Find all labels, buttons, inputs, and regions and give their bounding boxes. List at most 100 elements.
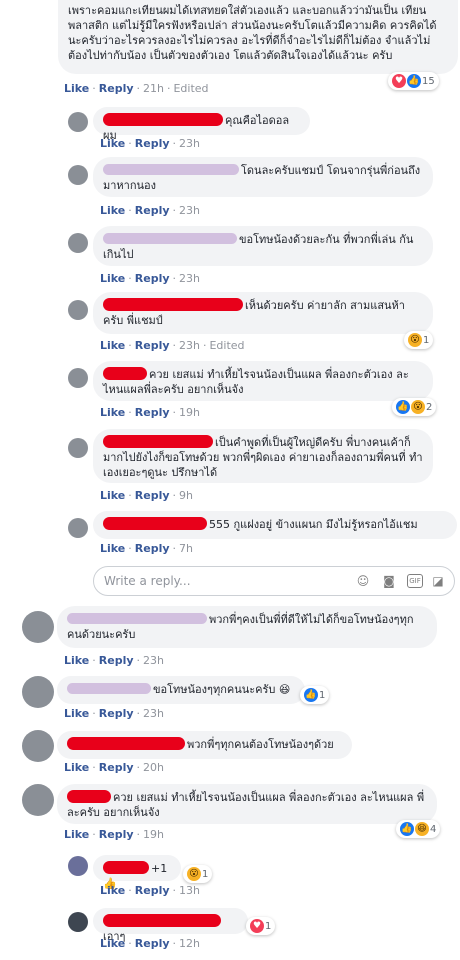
- redacted-name: [103, 914, 221, 927]
- comment-actions: Like · Reply · 12h: [100, 937, 200, 950]
- reply-link[interactable]: Reply: [135, 937, 170, 950]
- emoji-icon[interactable]: ☺: [356, 574, 370, 588]
- comment-text: ขอโทษน้องๆทุกคนนะครับ: [153, 683, 276, 696]
- like-link[interactable]: Like: [64, 761, 89, 774]
- reply-link[interactable]: Reply: [99, 828, 134, 841]
- love-icon: ♥: [392, 74, 406, 88]
- avatar[interactable]: [22, 611, 54, 643]
- comment-actions: Like · Reply · 23h: [64, 707, 164, 720]
- comment-bubble: โดนละครับแชมป์ โดนจากรุ่นพี่ก่อนถึง มาหา…: [93, 157, 433, 197]
- avatar[interactable]: [68, 233, 88, 253]
- redacted-name: [67, 790, 111, 803]
- avatar[interactable]: [68, 300, 88, 320]
- redacted-name: [103, 861, 149, 874]
- avatar[interactable]: [22, 676, 54, 708]
- like-link[interactable]: Like: [64, 828, 89, 841]
- comment-bubble: เห็นด้วยครับ ค่ายาลัก สามแสนห้าครับ พี่แ…: [93, 292, 433, 334]
- comment-bubble: คุณคือไอดอลผม: [93, 107, 310, 142]
- comment-text: 555 กูแฝงอยู่ ข้างแผนก มึงไม่รู้หรอกไอ้แ…: [209, 518, 418, 531]
- reply-link[interactable]: Reply: [135, 406, 170, 419]
- comment-actions: Like · Reply · 9h: [100, 489, 193, 502]
- comment-actions: Like · Reply · 13h: [100, 884, 200, 897]
- avatar[interactable]: [68, 165, 88, 185]
- reaction-count[interactable]: 👍 😆 4: [396, 820, 441, 838]
- blurred-name: [67, 683, 151, 694]
- reaction-count[interactable]: 👍 😮 2: [392, 398, 437, 416]
- reply-link[interactable]: Reply: [99, 761, 134, 774]
- like-link[interactable]: Like: [64, 654, 89, 667]
- redacted-name: [67, 737, 185, 750]
- like-link[interactable]: Like: [100, 542, 125, 555]
- comment-bubble: ขอโทษน้องด้วยละกัน ที่พวกพี่เล่น กันเกิน…: [93, 226, 433, 266]
- redacted-name: [103, 435, 213, 448]
- like-icon: 👍: [304, 688, 318, 702]
- reply-link[interactable]: Reply: [99, 707, 134, 720]
- like-link[interactable]: Like: [100, 406, 125, 419]
- avatar[interactable]: [22, 784, 54, 816]
- reply-link[interactable]: Reply: [135, 542, 170, 555]
- comment-actions: Like · Reply · 20h: [64, 761, 164, 774]
- gif-icon[interactable]: GIF: [407, 574, 423, 588]
- blurred-name: [103, 164, 239, 175]
- like-link[interactable]: Like: [64, 707, 89, 720]
- comment-bubble: เอาๆ: [93, 908, 248, 943]
- reply-link[interactable]: Reply: [135, 137, 170, 150]
- reaction-count[interactable]: ♥ 👍 15: [388, 72, 439, 90]
- like-link[interactable]: Like: [100, 884, 125, 897]
- blurred-name: [103, 233, 237, 244]
- reply-link[interactable]: Reply: [99, 82, 134, 95]
- reply-link[interactable]: Reply: [135, 204, 170, 217]
- like-link[interactable]: Like: [64, 82, 89, 95]
- laugh-emoji: 😆: [278, 683, 291, 696]
- like-link[interactable]: Like: [100, 272, 125, 285]
- haha-icon: 😆: [415, 822, 429, 836]
- reply-link[interactable]: Reply: [135, 884, 170, 897]
- comment-actions: Like · Reply · 23h: [100, 137, 200, 150]
- comment-actions: Like · Reply · 21h · Edited: [64, 82, 209, 95]
- camera-icon[interactable]: ◙: [382, 574, 396, 588]
- reaction-count[interactable]: ♥ 1: [246, 917, 276, 935]
- reaction-count[interactable]: 😮 1: [183, 865, 213, 883]
- like-link[interactable]: Like: [100, 137, 125, 150]
- wow-icon: 😮: [408, 333, 422, 347]
- comment-bubble: 555 กูแฝงอยู่ ข้างแผนก มึงไม่รู้หรอกไอ้แ…: [93, 511, 457, 539]
- reply-link[interactable]: Reply: [135, 339, 170, 352]
- reply-link[interactable]: Reply: [99, 654, 134, 667]
- like-link[interactable]: Like: [100, 489, 125, 502]
- blurred-name: [67, 613, 207, 624]
- avatar[interactable]: [68, 112, 88, 132]
- avatar[interactable]: [68, 518, 88, 538]
- comment-bubble: ควย เยสแม่ ทำเหี้ยไรจนน้องเป็นแผล พี่ลอง…: [57, 784, 437, 824]
- comment-bubble: ควย เยสแม่ ทำเหี้ยไรจนน้องเป็นแผล พี่ลอง…: [93, 361, 433, 401]
- reaction-count[interactable]: 😮 1: [404, 331, 434, 349]
- comment-text: ควย เยสแม่ ทำเหี้ยไรจนน้องเป็นแผล พี่ลอง…: [67, 791, 425, 819]
- avatar[interactable]: [22, 730, 54, 762]
- like-link[interactable]: Like: [100, 204, 125, 217]
- comment-text: เพราะคอมแกะเทียนผมได้เทสทยดใส่ตัวเองแล้ว…: [68, 4, 437, 62]
- comment-actions: Like · Reply · 19h: [100, 406, 200, 419]
- avatar[interactable]: [68, 368, 88, 388]
- redacted-name: [103, 367, 147, 380]
- like-icon: 👍: [396, 400, 410, 414]
- sticker-icon[interactable]: ◪: [431, 574, 445, 588]
- reaction-count[interactable]: 👍 1: [300, 686, 330, 704]
- redacted-name: [103, 517, 207, 530]
- write-reply-input[interactable]: Write a reply... ☺ ◙ GIF ◪: [93, 566, 455, 596]
- comment-text: +1: [151, 862, 168, 875]
- comment-actions: Like · Reply · 19h: [64, 828, 164, 841]
- like-link[interactable]: Like: [100, 937, 125, 950]
- avatar[interactable]: [68, 856, 88, 876]
- comment-bubble: ขอโทษน้องๆทุกคนนะครับ 😆: [57, 676, 305, 704]
- comment-actions: Like · Reply · 7h: [100, 542, 193, 555]
- reply-link[interactable]: Reply: [135, 489, 170, 502]
- redacted-name: [103, 298, 243, 311]
- comment-actions: Like · Reply · 23h: [64, 654, 164, 667]
- comment-text: ควย เยสแม่ ทำเหี้ยไรจนน้องเป็นแผล พี่ลอง…: [103, 368, 409, 396]
- avatar[interactable]: [68, 438, 88, 458]
- comment-actions: Like · Reply · 23h: [100, 204, 200, 217]
- avatar[interactable]: [68, 912, 88, 932]
- comment-bubble: พวกพี่ๆทุกคนต้องโทษน้องๆด้วย: [57, 731, 352, 759]
- comment-actions: Like · Reply · 23h · Edited: [100, 339, 245, 352]
- reply-link[interactable]: Reply: [135, 272, 170, 285]
- like-link[interactable]: Like: [100, 339, 125, 352]
